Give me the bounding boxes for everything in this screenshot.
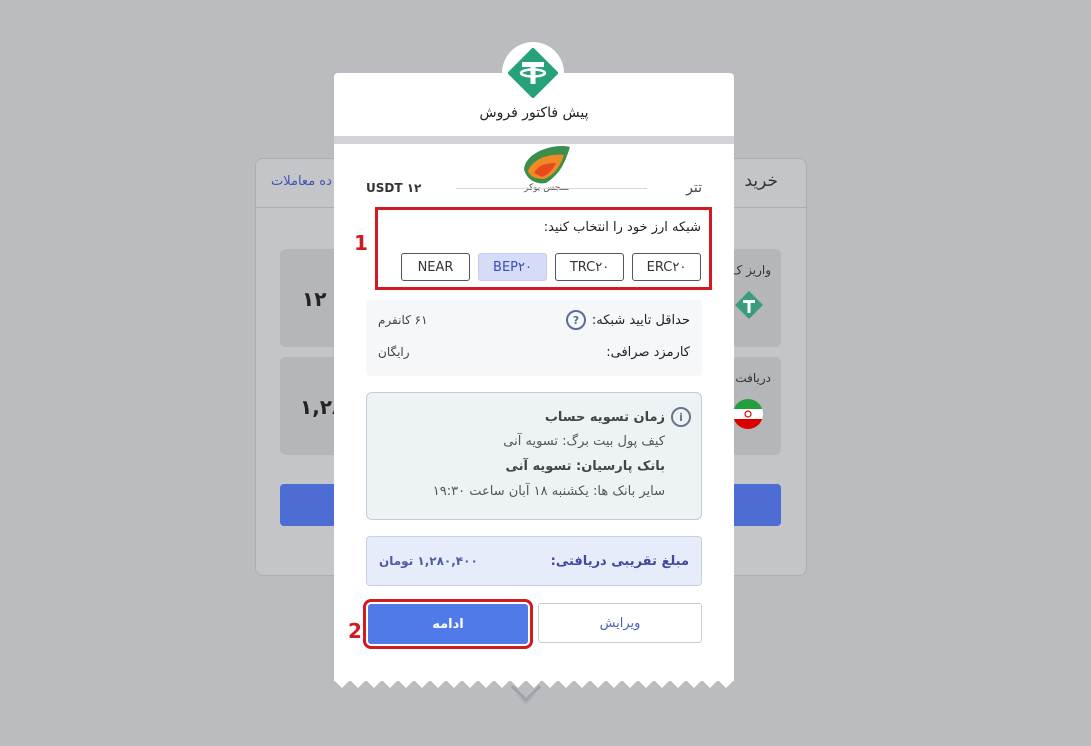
network-option-bep20[interactable]: BEP۲۰ [478,253,547,281]
min-confirm-label: حداقل تایید شبکه: [591,312,690,328]
background-submit-button-right [731,484,781,526]
settlement-line-parsian: بانک پارسیان: تسویه آنی [505,459,665,474]
background-input-box-right: واریز ک [731,249,781,347]
background-output-box-left: ۱,۲۸ [280,357,344,455]
settlement-line-other-banks: سایر بانک ها: یکشنبه ۱۸ آبان ساعت ۱۹:۳۰ [432,484,665,499]
modal-title: پیش فاکتور فروش [479,105,589,121]
help-question-icon[interactable]: ? [565,310,586,330]
background-submit-button-left [280,484,340,526]
fee-label: کارمزد صرافی: [606,344,690,360]
network-option-erc20[interactable]: ERC۲۰ [632,253,701,281]
fee-row: کارمزد صرافی: رایگان [378,342,690,362]
background-box1-value: ۱۲ [302,287,327,311]
settlement-header: i زمان تسویه حساب [545,407,691,427]
estimated-amount-box: مبلغ تقریبی دریافتی: ۱,۲۸۰,۴۰۰ تومان [366,536,702,586]
edit-button[interactable]: ویرایش [538,603,702,643]
tether-logo-circle [502,42,564,104]
background-tab-buy: خرید [744,171,778,191]
tether-logo-icon [508,48,558,98]
network-info-box: حداقل تایید شبکه: ? ۶۱ کانفرم کارمزد صرا… [366,300,702,376]
background-iran-flag-icon [733,399,763,429]
network-option-trc20[interactable]: TRC۲۰ [555,253,624,281]
annotation-badge-1: 1 [354,231,368,255]
min-confirm-value: ۶۱ کانفرم [378,313,428,327]
min-confirm-label-wrap: حداقل تایید شبکه: ? [565,310,690,330]
min-confirm-row: حداقل تایید شبکه: ? ۶۱ کانفرم [378,310,690,330]
network-option-near[interactable]: NEAR [401,253,470,281]
estimated-amount-label: مبلغ تقریبی دریافتی: [550,553,689,569]
background-box1-label: واریز ک [731,263,771,277]
background-output-box-right: دریافت [731,357,781,455]
asset-row-line [456,188,647,189]
settlement-line-wallet: کیف پول بیت برگ: تسویه آنی [503,434,665,449]
background-tether-icon [735,291,763,319]
estimated-amount-value: ۱,۲۸۰,۴۰۰ تومان [379,554,478,568]
asset-amount: USDT ۱۲ [366,181,422,195]
asset-row: USDT ۱۲ تتر [366,179,702,197]
background-input-box-left: ۱۲ [280,249,340,347]
network-prompt: شبکه ارز خود را انتخاب کنید: [543,220,701,235]
continue-button[interactable]: ادامه [363,599,533,649]
fee-value: رایگان [378,345,410,359]
background-tab-history: ده معاملات [271,174,332,189]
annotation-badge-2: 2 [348,619,362,643]
chevron-down-icon [510,684,542,706]
settlement-box: i زمان تسویه حساب کیف پول بیت برگ: تسویه… [366,392,702,520]
info-icon: i [671,407,691,427]
asset-name: تتر [686,180,702,196]
background-box2-label: دریافت [735,371,771,385]
invoice-modal: پیش فاکتور فروش ـــجس یوکر USDT ۱۲ تتر ش… [334,73,734,681]
settlement-title: زمان تسویه حساب [544,409,665,425]
network-selection-box: شبکه ارز خود را انتخاب کنید: ERC۲۰ TRC۲۰… [375,207,712,290]
